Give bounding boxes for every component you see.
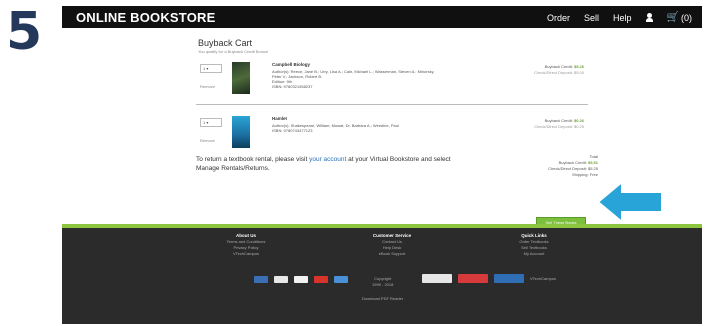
nav-order[interactable]: Order bbox=[547, 13, 570, 23]
footer-column: Customer Service Contact Us Help Desk eB… bbox=[332, 232, 452, 257]
bbb-badge-icon bbox=[494, 274, 524, 283]
page-title: Buyback Cart bbox=[198, 38, 253, 48]
cart-icon: 🛒 bbox=[666, 12, 679, 23]
site-logo[interactable]: ONLINE BOOKSTORE bbox=[76, 10, 215, 25]
footer-link[interactable]: eBook Support bbox=[332, 251, 452, 257]
site-footer: About Us Terms and Conditions Privacy Po… bbox=[62, 228, 702, 324]
footer-heading: Quick Links bbox=[521, 233, 547, 238]
book-meta: Author(s): Shakespeare, William; Mowat, … bbox=[272, 123, 442, 133]
pointer-arrow-icon bbox=[596, 180, 663, 224]
partner-logo: VTechCampus bbox=[530, 276, 557, 281]
remove-link[interactable]: Remove bbox=[200, 84, 215, 89]
quantity-select[interactable]: 1 ▾ bbox=[200, 118, 222, 127]
cart-count: (0) bbox=[681, 12, 692, 23]
paypal-icon bbox=[334, 276, 348, 283]
copyright-years: 1999 - 2018 bbox=[372, 282, 394, 287]
footer-column: About Us Terms and Conditions Privacy Po… bbox=[186, 232, 306, 257]
top-nav-bar: ONLINE BOOKSTORE Order Sell Help 🛒 (0) bbox=[62, 6, 702, 28]
user-icon[interactable] bbox=[645, 13, 653, 22]
footer-link[interactable]: My Account bbox=[474, 251, 594, 257]
shipping-label: Shipping: bbox=[571, 172, 589, 177]
deposit-label: Check/Direct Deposit: bbox=[534, 70, 573, 75]
bonus-subtitle: You qualify for a Buyback Credit Bonus! bbox=[198, 49, 269, 54]
shipping-value: Free bbox=[589, 172, 598, 177]
cart-item: 1 ▾ Remove Hamlet Author(s): Shakespeare… bbox=[196, 110, 588, 158]
credit-value: $0.26 bbox=[573, 118, 584, 123]
header-nav: Order Sell Help 🛒 (0) bbox=[547, 12, 692, 23]
total-credit-value: $5.51 bbox=[587, 160, 598, 165]
item-credit: Buyback Credit: $5.26 Check/Direct Depos… bbox=[534, 64, 584, 76]
nav-sell[interactable]: Sell bbox=[584, 13, 599, 23]
footer-column: Quick Links Order Textbooks Sell Textboo… bbox=[474, 232, 594, 257]
cart-totals: Total Buyback Credit: $5.51 Check/Direct… bbox=[508, 154, 598, 178]
book-cover-image bbox=[232, 116, 250, 148]
payment-methods bbox=[254, 276, 348, 283]
total-deposit-value: $5.25 bbox=[587, 166, 598, 171]
credit-label: Buyback Credit: bbox=[544, 118, 573, 123]
cart-link[interactable]: 🛒 (0) bbox=[667, 12, 692, 23]
nav-help[interactable]: Help bbox=[613, 13, 632, 23]
total-deposit-label: Check/Direct Deposit: bbox=[548, 166, 587, 171]
step-number: 5 bbox=[6, 2, 43, 62]
remove-link[interactable]: Remove bbox=[200, 138, 215, 143]
total-credit-label: Buyback Credit: bbox=[558, 160, 587, 165]
trust-badges: VTechCampus bbox=[422, 274, 556, 283]
amex-icon bbox=[254, 276, 268, 283]
security-badge-icon bbox=[422, 274, 452, 283]
footer-link[interactable]: VTechCampus bbox=[186, 251, 306, 257]
footer-heading: About Us bbox=[236, 233, 256, 238]
verified-badge-icon bbox=[458, 274, 488, 283]
copyright: Copyright 1999 - 2018 bbox=[372, 276, 393, 288]
book-title[interactable]: Hamlet bbox=[272, 116, 287, 121]
note-text: To return a textbook rental, please visi… bbox=[196, 156, 310, 163]
deposit-label: Check/Direct Deposit: bbox=[534, 124, 573, 129]
book-title[interactable]: Campbell Biology bbox=[272, 62, 310, 67]
download-pdf-reader-link[interactable]: Download PDF Reader bbox=[362, 296, 403, 301]
book-authors: Author(s): Reece, Jane B.; Urry, Lisa A.… bbox=[272, 69, 435, 79]
visa-icon bbox=[294, 276, 308, 283]
rental-return-note: To return a textbook rental, please visi… bbox=[196, 155, 456, 173]
credit-value: $5.26 bbox=[573, 64, 584, 69]
mastercard-icon bbox=[314, 276, 328, 283]
cart-item: 1 ▾ Remove Campbell Biology Author(s): R… bbox=[196, 56, 588, 105]
book-isbn: ISBN: 9780321558237 bbox=[272, 84, 313, 89]
browser-screenshot: ONLINE BOOKSTORE Order Sell Help 🛒 (0) B… bbox=[62, 6, 702, 324]
your-account-link[interactable]: your account bbox=[309, 156, 346, 163]
book-meta: Author(s): Reece, Jane B.; Urry, Lisa A.… bbox=[272, 69, 442, 89]
quantity-select[interactable]: 1 ▾ bbox=[200, 64, 222, 73]
deposit-value: $5.00 bbox=[573, 70, 584, 75]
discover-icon bbox=[274, 276, 288, 283]
book-isbn: ISBN: 9780743477123 bbox=[272, 128, 313, 133]
credit-label: Buyback Credit: bbox=[544, 64, 573, 69]
book-cover-image bbox=[232, 62, 250, 94]
item-credit: Buyback Credit: $0.26 Check/Direct Depos… bbox=[534, 118, 584, 130]
deposit-value: $0.25 bbox=[573, 124, 584, 129]
footer-heading: Customer Service bbox=[372, 233, 412, 238]
